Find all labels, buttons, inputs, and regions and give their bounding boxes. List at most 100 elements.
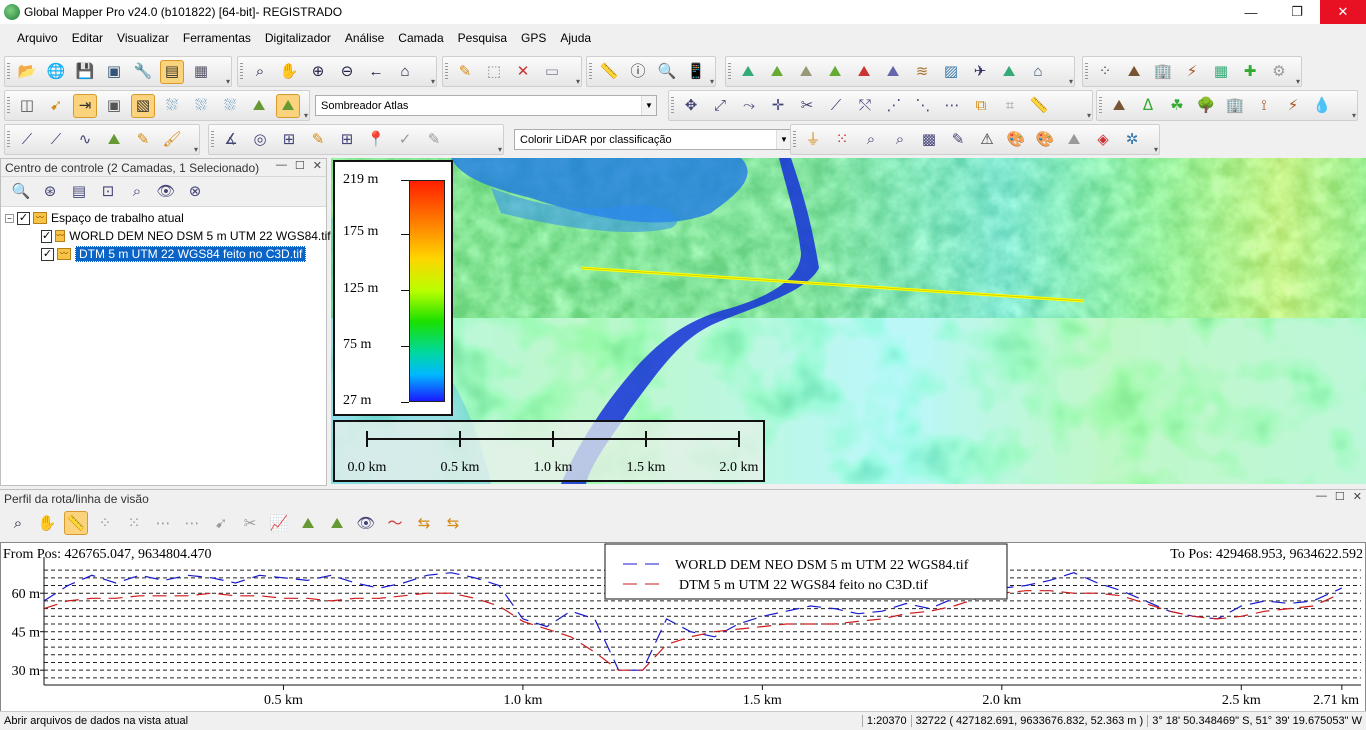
warning-triangle-icon[interactable]: ⚠ <box>975 128 999 152</box>
profile-chart-icon[interactable]: 📈 <box>267 511 291 535</box>
select-rect-icon[interactable]: ⬚ <box>482 60 506 84</box>
flood-icon[interactable]: ⛰ <box>881 60 905 84</box>
menu-digitalizador[interactable]: Digitalizador <box>258 31 338 45</box>
cursor-3d-icon[interactable]: ➹ <box>44 94 68 118</box>
overview-map-icon[interactable]: ▦ <box>189 60 213 84</box>
power-line-icon[interactable]: ⚡ <box>1180 60 1204 84</box>
gps-device-icon[interactable]: 📱 <box>684 60 708 84</box>
lidar-points-icon[interactable]: ⁘ <box>1093 60 1117 84</box>
menu-editar[interactable]: Editar <box>65 31 110 45</box>
lidar-terrain-icon[interactable]: ⛰ <box>1122 60 1146 84</box>
shade-icon[interactable]: ≋ <box>910 60 934 84</box>
chevron-down-icon[interactable]: ▼ <box>776 130 791 149</box>
settings-disabled-icon[interactable]: ⚙ <box>1267 60 1291 84</box>
layer-visibility-icon[interactable]: 👁 <box>154 180 178 204</box>
rotate-icon[interactable]: ⤢ <box>708 94 732 118</box>
menu-ferramentas[interactable]: Ferramentas <box>176 31 258 45</box>
profile-select-icon[interactable]: ⁙ <box>122 511 146 535</box>
delete-x-icon[interactable]: ✕ <box>511 60 535 84</box>
save-icon[interactable]: 💾 <box>73 60 97 84</box>
maximize-panel-icon[interactable]: ☐ <box>1335 490 1345 503</box>
search-points-icon-1[interactable]: ⌕ <box>859 128 883 152</box>
shader-icon[interactable]: ⛰ <box>276 93 300 118</box>
angle-measure-icon[interactable]: ∡ <box>219 128 243 152</box>
move-vertex-icon[interactable]: ✥ <box>679 94 703 118</box>
minimize-button[interactable]: — <box>1228 0 1274 24</box>
terrain-disabled-icon[interactable]: ⛰ <box>1062 128 1086 152</box>
copy-feature-icon[interactable]: ⧉ <box>969 94 993 118</box>
view-shed-icon[interactable]: ⌂ <box>1026 60 1050 84</box>
menu-gps[interactable]: GPS <box>514 31 553 45</box>
menu-pesquisa[interactable]: Pesquisa <box>451 31 514 45</box>
crop-icon[interactable]: ⌗ <box>998 94 1022 118</box>
print-icon[interactable]: ▣ <box>102 60 126 84</box>
back-arrow-icon[interactable]: ← <box>364 60 388 84</box>
reshape-icon[interactable]: ⤳ <box>737 94 761 118</box>
menu-arquivo[interactable]: Arquivo <box>10 31 65 45</box>
open-folder-icon[interactable]: 📂 <box>15 60 39 84</box>
minimize-panel-icon[interactable]: — <box>1316 490 1327 503</box>
watershed-icon[interactable]: ⛰ <box>852 60 876 84</box>
pin-icon[interactable]: 📍 <box>364 128 388 152</box>
close-button[interactable]: ✕ <box>1320 0 1366 24</box>
profile-flip-icon[interactable]: ⇆ <box>412 511 436 535</box>
grid-icon[interactable]: ⊞ <box>277 128 301 152</box>
aircraft-icon[interactable]: ✈ <box>968 60 992 84</box>
pencil-icon[interactable]: ✎ <box>453 60 477 84</box>
menu-visualizar[interactable]: Visualizar <box>110 31 176 45</box>
profile-line-icon-2[interactable]: ⋯ <box>180 511 204 535</box>
network-icon[interactable]: ✲ <box>1120 128 1144 152</box>
mountain-icon[interactable]: ⛰ <box>1107 94 1131 118</box>
filter-icon[interactable]: ⏚ <box>801 128 825 152</box>
elevation-icon-2[interactable]: ⛆ <box>189 94 213 118</box>
target-icon[interactable]: ◎ <box>248 128 272 152</box>
layer-checkbox[interactable]: ✓ <box>41 247 54 261</box>
join-icon[interactable]: ⤲ <box>853 94 877 118</box>
ruler-grid-icon[interactable]: ⊞ <box>335 128 359 152</box>
home-icon[interactable]: ⌂ <box>393 60 417 84</box>
move-icon[interactable]: ✛ <box>766 94 790 118</box>
profile-cursor-icon[interactable]: ➹ <box>209 511 233 535</box>
layer-row[interactable]: ✓ 〰 DTM 5 m UTM 22 WGS84 feito no C3D.ti… <box>5 245 322 263</box>
chevron-down-icon[interactable]: ▼ <box>641 96 656 115</box>
map-layout-icon[interactable]: ▦ <box>1209 60 1233 84</box>
pattern-icon[interactable]: ▩ <box>917 128 941 152</box>
lidar-color-dropdown[interactable]: Colorir LiDAR por classificação ▼ <box>514 129 792 150</box>
contour-icon[interactable]: ⛰ <box>765 60 789 84</box>
layer-checkbox[interactable]: ✓ <box>41 229 53 243</box>
workspace-checkbox[interactable]: ✓ <box>17 211 30 225</box>
menu-camada[interactable]: Camada <box>391 31 450 45</box>
lidar-curve-icon[interactable]: ∿ <box>73 128 97 152</box>
palette-2-icon[interactable]: 🎨 <box>1033 128 1057 152</box>
cut-fill-icon[interactable]: ⛰ <box>823 60 847 84</box>
edit-check-icon[interactable]: ✎ <box>422 128 446 152</box>
split-view-icon[interactable]: ◫ <box>15 94 39 118</box>
puzzle-icon[interactable]: ✚ <box>1238 60 1262 84</box>
check-icon[interactable]: ✓ <box>393 128 417 152</box>
info-icon[interactable]: ⓘ <box>626 60 650 84</box>
grass-icon[interactable]: ᐃ <box>1136 94 1160 118</box>
create-line-icon[interactable]: ⟋ <box>824 94 848 118</box>
edit-pencil-icon[interactable]: ✎ <box>306 128 330 152</box>
restore-button[interactable]: ❐ <box>1274 0 1320 24</box>
measure-line-icon[interactable]: 📏 <box>1027 94 1051 118</box>
layer-search-icon[interactable]: 🔍 <box>9 180 33 204</box>
snap-icon[interactable]: ⋯ <box>940 94 964 118</box>
layer-options-icon[interactable]: ⊛ <box>38 180 62 204</box>
shader-dropdown[interactable]: Sombreador Atlas ▼ <box>315 95 657 116</box>
zoom-in-icon[interactable]: ⊕ <box>306 60 330 84</box>
lidar-pencil-icon[interactable]: ✎ <box>131 128 155 152</box>
profile-flip-2-icon[interactable]: ⇆ <box>441 511 465 535</box>
tree-icon[interactable]: 🌳 <box>1194 94 1218 118</box>
elevation-icon-3[interactable]: ⛆ <box>218 94 242 118</box>
vertex-icon[interactable]: ⋰ <box>882 94 906 118</box>
layer-crop-icon[interactable]: ⊡ <box>96 180 120 204</box>
layer-row[interactable]: ✓ 〰 WORLD DEM NEO DSM 5 m UTM 22 WGS84.t… <box>5 227 331 245</box>
menu-analise[interactable]: Análise <box>338 31 391 45</box>
path-profile-icon[interactable]: ⇥ <box>73 93 97 118</box>
water-icon[interactable]: 💧 <box>1310 94 1334 118</box>
map-view[interactable]: 219 m 175 m 125 m 75 m 27 m 0.0 km 0.5 k… <box>331 158 1366 484</box>
layer-zoom-icon[interactable]: ⌕ <box>125 180 149 204</box>
line-of-sight-icon[interactable]: ⛰ <box>997 60 1021 84</box>
search-points-icon-2[interactable]: ⌕ <box>888 128 912 152</box>
